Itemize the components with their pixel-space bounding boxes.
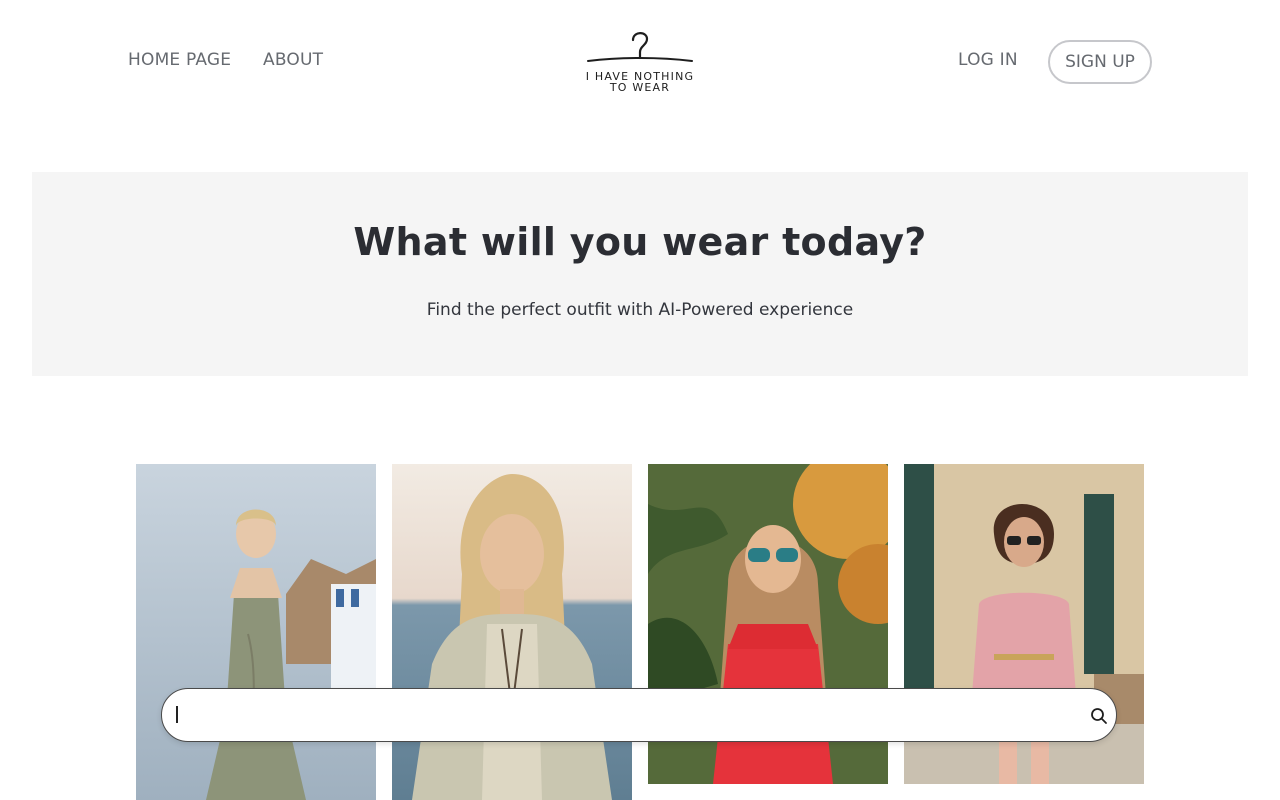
hero-banner: What will you wear today? Find the perfe… xyxy=(32,172,1248,376)
login-link[interactable]: LOG IN xyxy=(958,50,1018,70)
brand-logo[interactable]: I HAVE NOTHING TO WEAR xyxy=(584,28,696,98)
search-bar[interactable] xyxy=(161,688,1117,742)
nav-home-link[interactable]: HOME PAGE xyxy=(128,50,231,70)
signup-button[interactable]: SIGN UP xyxy=(1048,40,1152,84)
hero-title: What will you wear today? xyxy=(353,220,927,264)
text-caret xyxy=(176,706,178,723)
hanger-icon xyxy=(584,28,696,72)
outfit-photo-1[interactable] xyxy=(136,464,376,800)
search-icon[interactable] xyxy=(1090,707,1108,729)
hero-subtitle: Find the perfect outfit with AI-Powered … xyxy=(426,300,854,320)
search-input[interactable] xyxy=(176,689,1060,742)
outfit-photo-2[interactable] xyxy=(392,464,632,800)
nav-about-link[interactable]: ABOUT xyxy=(263,50,323,70)
